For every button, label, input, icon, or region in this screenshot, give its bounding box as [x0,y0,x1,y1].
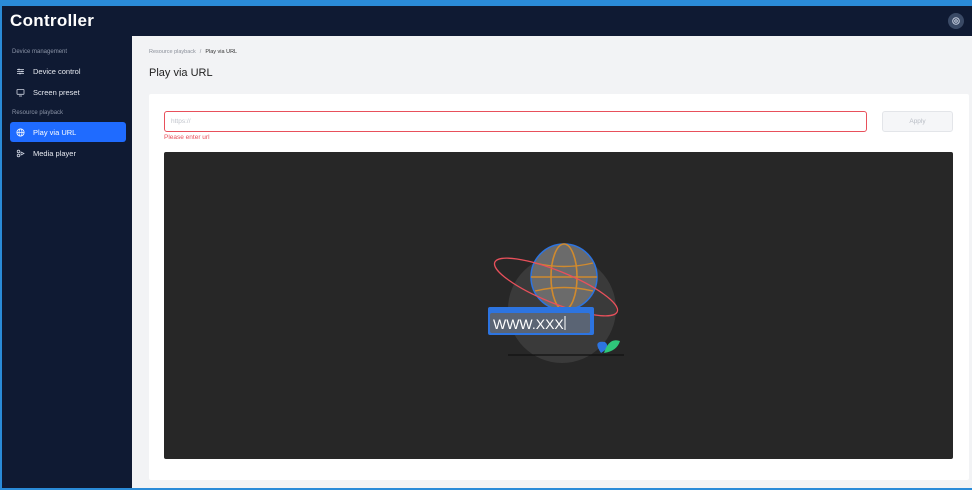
sidebar-item-label: Screen preset [33,87,80,97]
breadcrumb-parent[interactable]: Resource playback [149,49,196,55]
top-bar: Controller [2,6,972,36]
monitor-icon [16,88,25,97]
breadcrumb-separator: / [199,49,202,55]
breadcrumb: Resource playback / Play via URL [149,49,237,55]
sidebar: Device management Device control Screen … [2,36,132,488]
url-input[interactable] [164,111,867,132]
app-window: Controller Device management Device cont… [0,0,972,490]
media-icon [16,149,25,158]
app-title: Controller [10,11,95,30]
illustration-text: WWW.XXX [493,316,564,332]
sliders-icon [16,67,25,76]
sidebar-group-resource-playback: Resource playback [12,110,64,116]
sidebar-item-play-via-url[interactable]: Play via URL [10,122,126,142]
sidebar-item-label: Play via URL [33,127,77,137]
sidebar-group-device-management: Device management [12,49,68,55]
apply-button[interactable]: Apply [882,111,953,132]
settings-button[interactable] [948,13,964,29]
video-player-area[interactable]: WWW.XXX [164,152,953,459]
main-content: Resource playback / Play via URL Play via … [132,36,972,488]
sidebar-item-media-player[interactable]: Media player [10,143,126,163]
url-playback-card: Please enter url Apply WWW.XXX [149,94,969,480]
sidebar-item-label: Media player [33,148,76,158]
sidebar-item-device-control[interactable]: Device control [10,61,126,81]
breadcrumb-current: Play via URL [205,49,238,55]
page-title: Play via URL [149,67,213,79]
sidebar-item-label: Device control [33,66,81,76]
sidebar-item-screen-preset[interactable]: Screen preset [10,82,126,102]
globe-icon [16,128,25,137]
globe-url-illustration-icon: WWW.XXX [488,243,624,363]
gear-icon [952,17,960,25]
url-error-message: Please enter url [164,134,210,141]
